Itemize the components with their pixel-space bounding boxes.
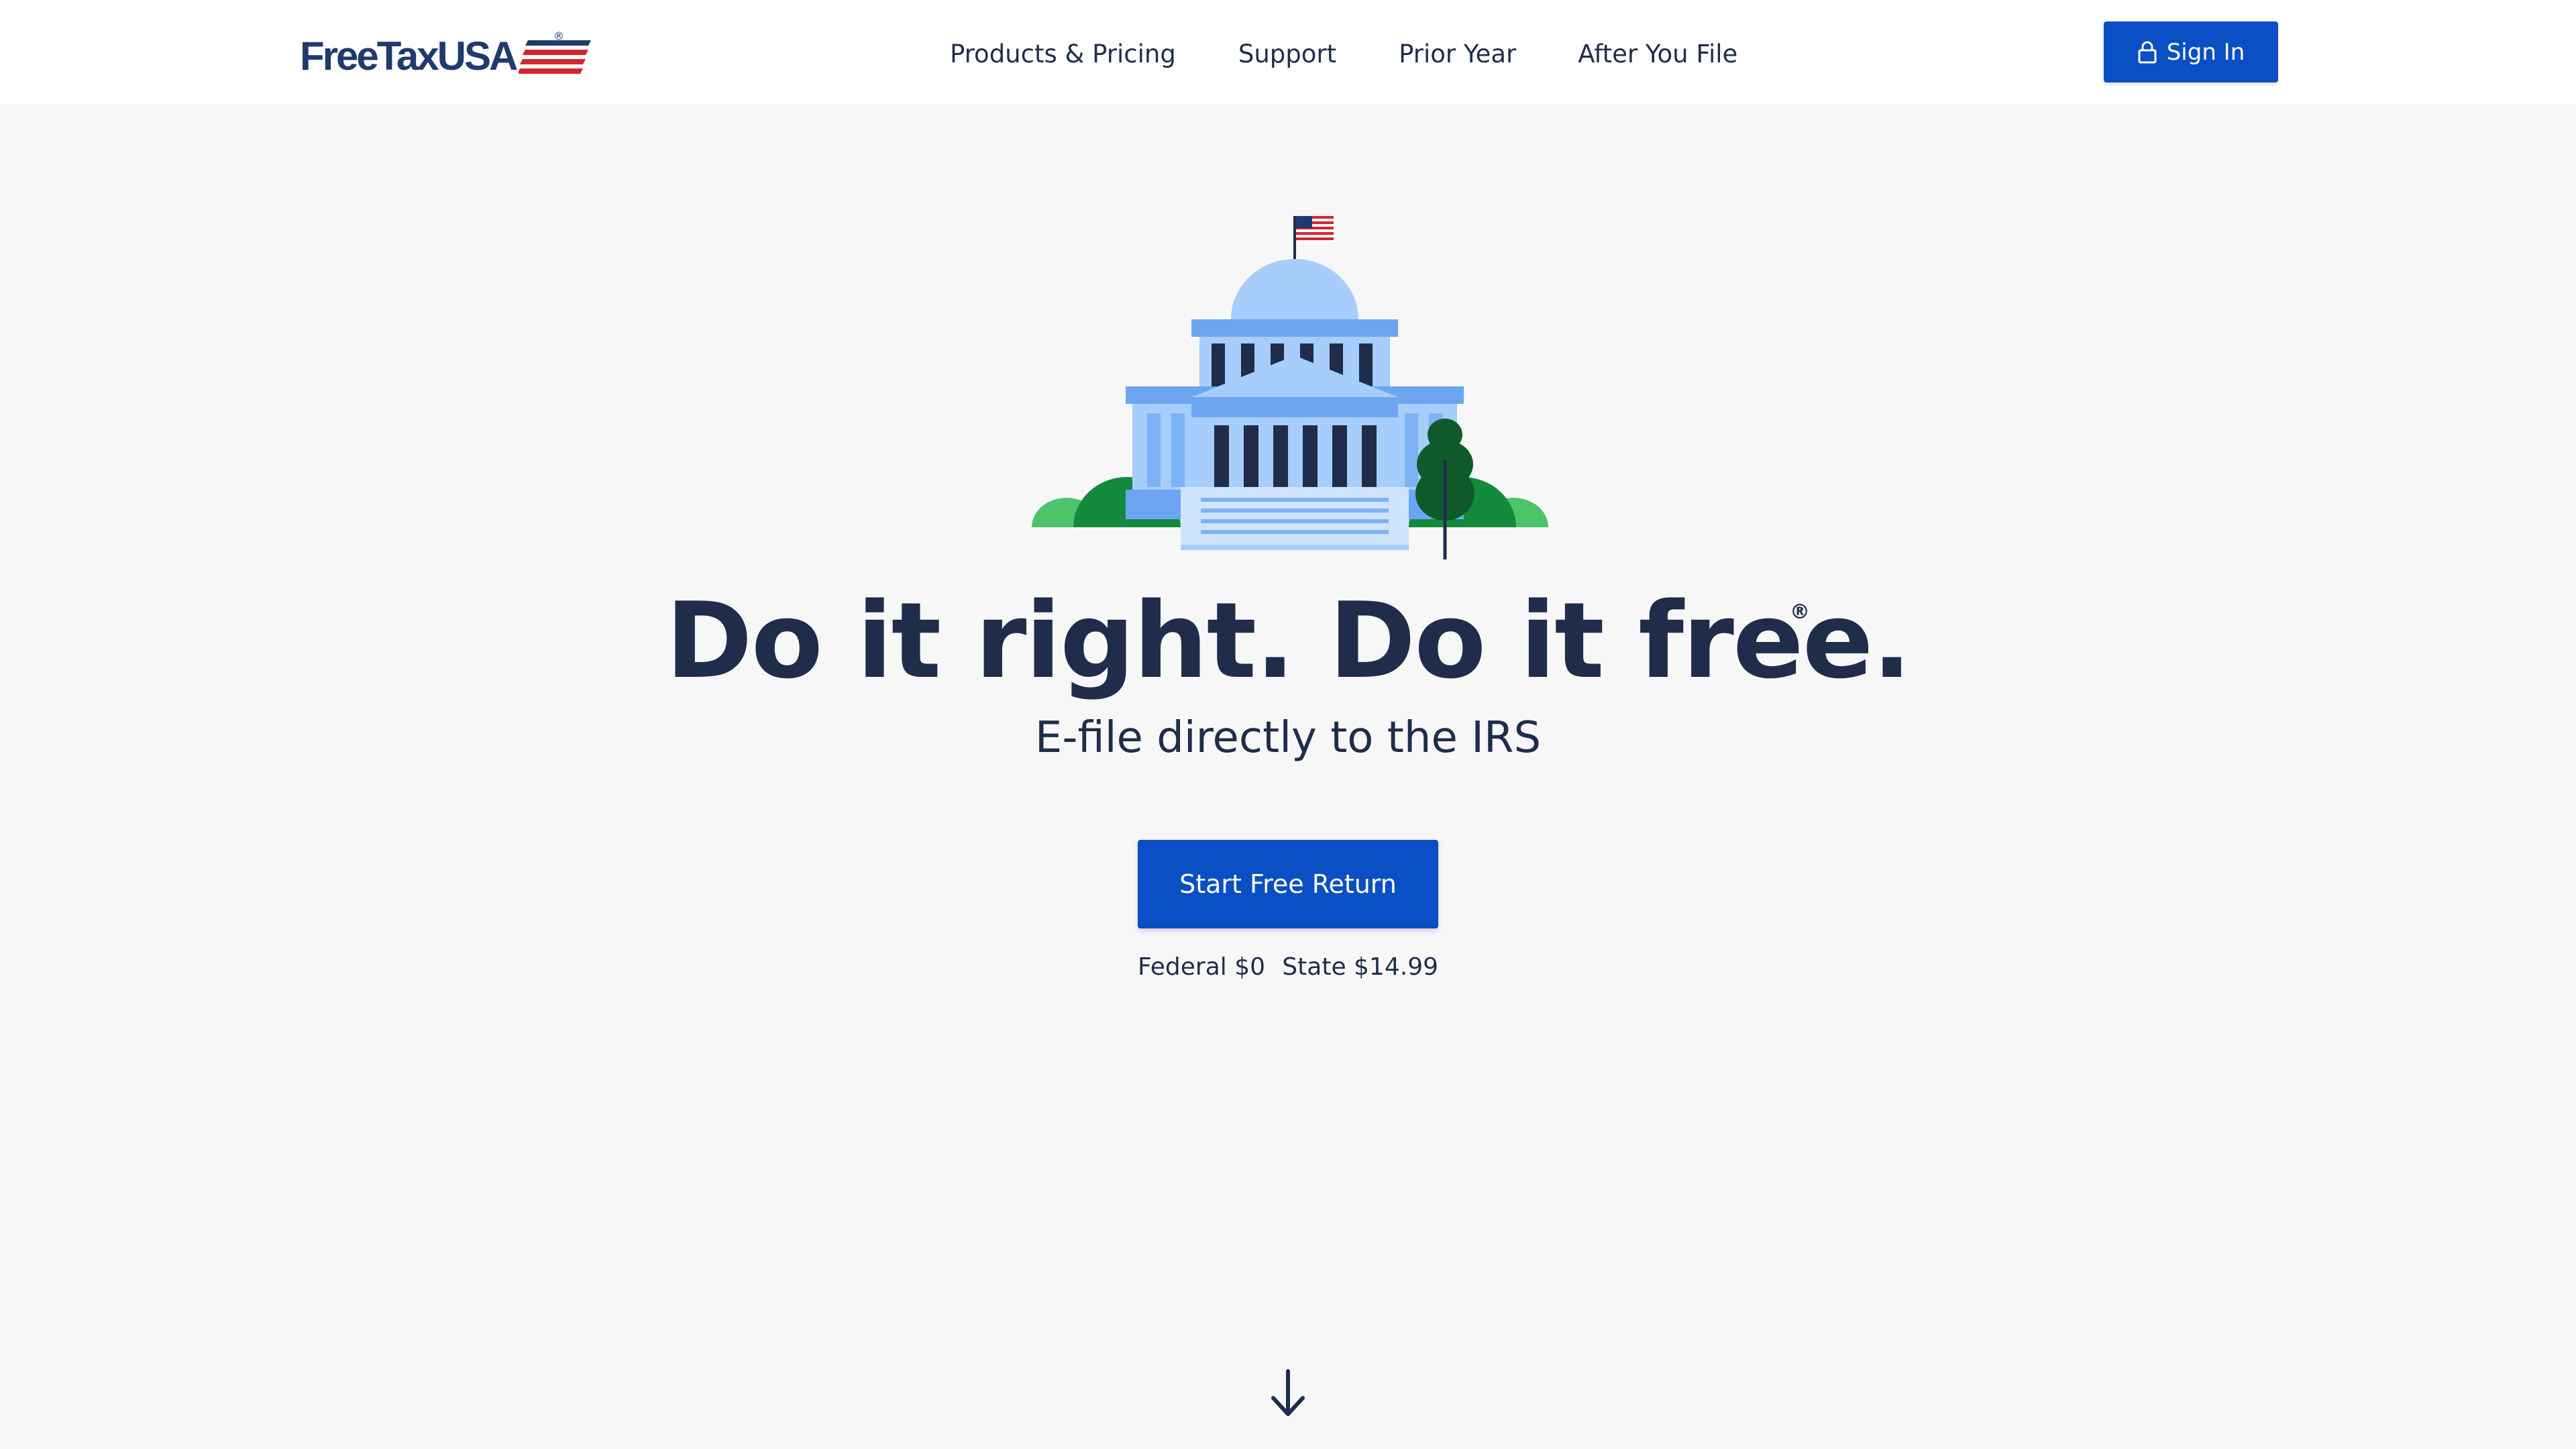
- flag-stripes-icon: [519, 40, 592, 74]
- arrow-down-icon[interactable]: [1268, 1367, 1308, 1421]
- nav-products-pricing[interactable]: Products & Pricing: [950, 34, 1176, 75]
- start-free-return-button[interactable]: Start Free Return: [1138, 840, 1438, 928]
- main-nav: Products & Pricing Support Prior Year Af…: [950, 34, 1737, 75]
- freetaxusa-logo[interactable]: FreeTaxUSA ®: [300, 30, 592, 80]
- us-flag-icon: [1296, 216, 1334, 240]
- capitol-building-illustration: [1020, 216, 1556, 561]
- hero-subhead: E-file directly to the IRS: [1034, 713, 1542, 763]
- state-price: State $14.99: [1282, 953, 1438, 981]
- sign-in-label: Sign In: [2166, 38, 2245, 66]
- hero-headline: Do it right. Do it free.: [665, 580, 1912, 702]
- federal-price: Federal $0: [1138, 953, 1266, 981]
- logo-wordmark: FreeTaxUSA: [300, 34, 518, 78]
- sign-in-button[interactable]: Sign In: [2104, 21, 2278, 83]
- lock-icon: [2138, 41, 2157, 63]
- nav-support[interactable]: Support: [1238, 34, 1336, 75]
- site-header: FreeTaxUSA ® Products & Pricing Support …: [0, 0, 2576, 105]
- pricing-summary: Federal $0 State $14.99: [1138, 949, 1438, 986]
- logo-registered-mark: ®: [553, 30, 564, 42]
- nav-prior-year[interactable]: Prior Year: [1399, 34, 1516, 75]
- headline-registered-mark: ®: [1790, 600, 1810, 624]
- nav-after-you-file[interactable]: After You File: [1578, 34, 1737, 75]
